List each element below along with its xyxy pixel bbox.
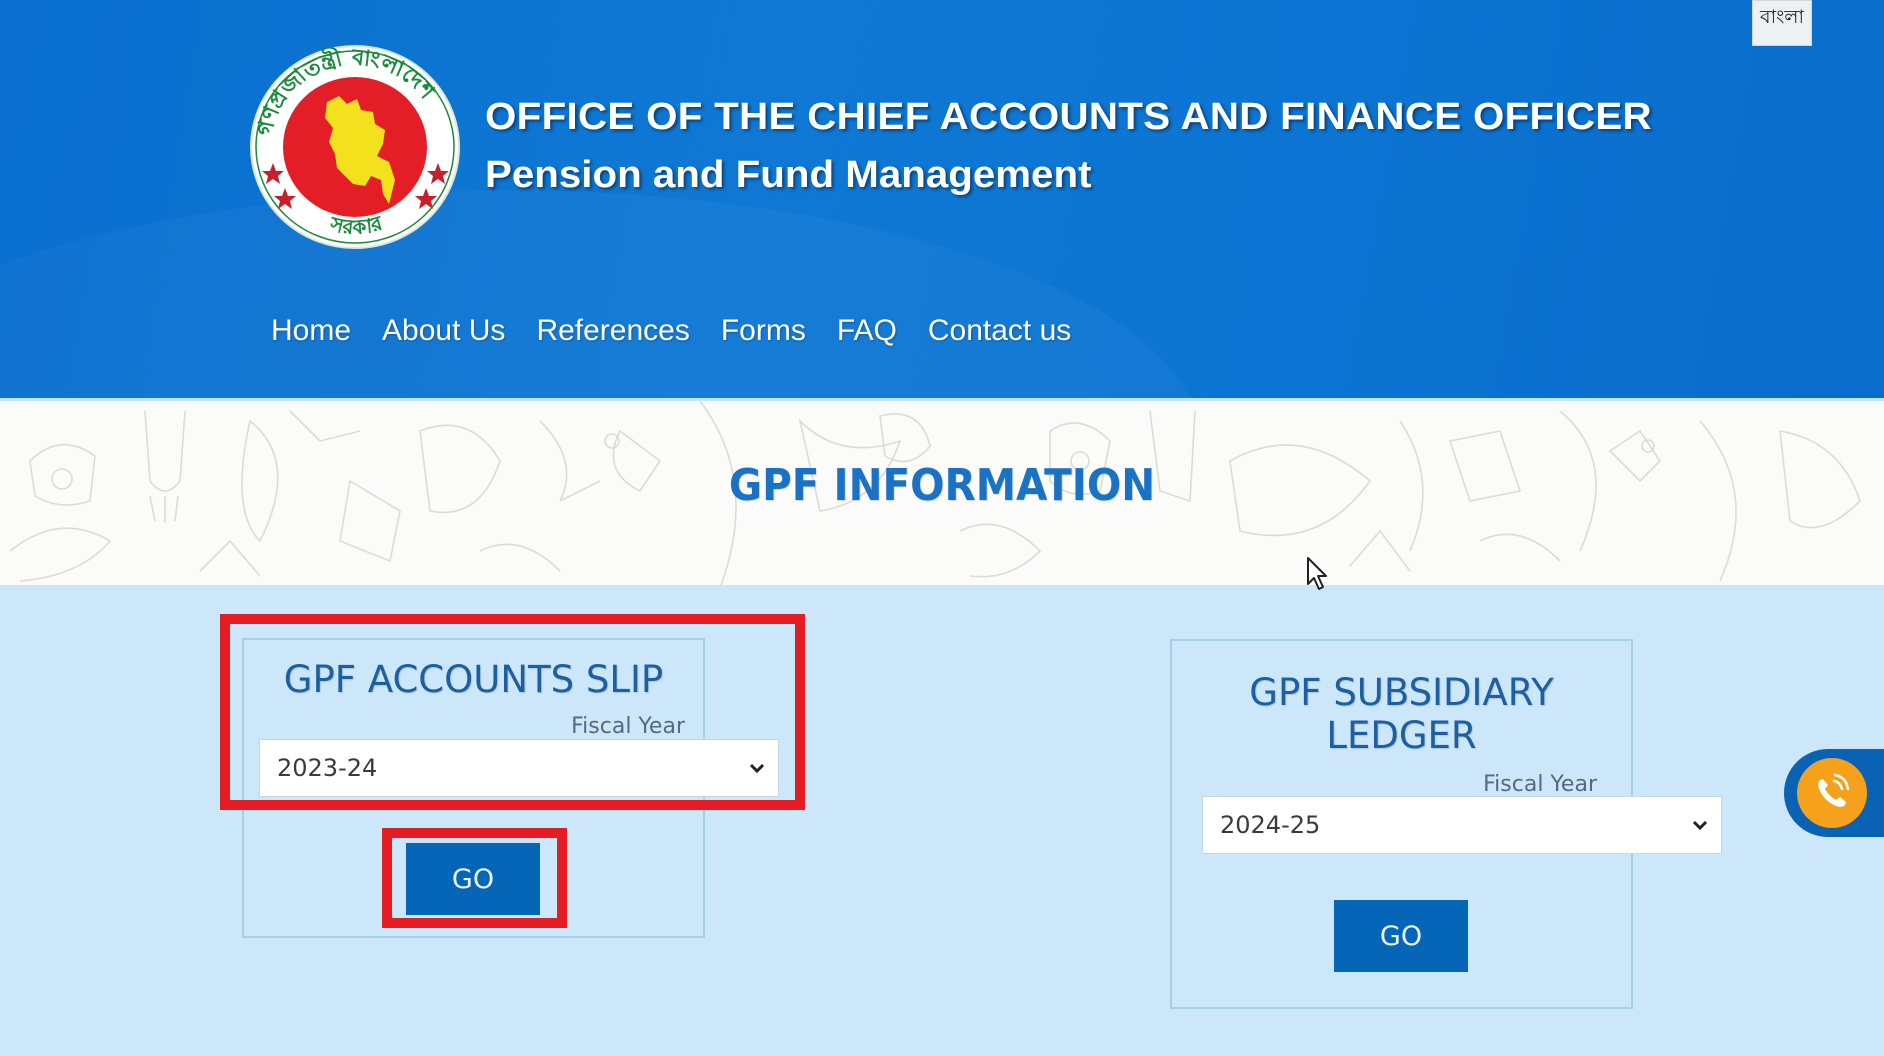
office-subtitle: Pension and Fund Management [485,154,1092,196]
nav-faq[interactable]: FAQ [837,314,897,348]
call-support-widget[interactable] [1784,749,1884,837]
office-title: OFFICE OF THE CHIEF ACCOUNTS AND FINANCE… [485,96,1652,138]
fiscal-year-label: Fiscal Year [1483,772,1597,797]
card-title: GPF ACCOUNTS SLIP [283,658,664,701]
site-header: বাংলা গণপ্রজাতন্ত্রী বাংলাদেশ সরকার OFFI… [0,0,1884,398]
card-title: GPF SUBSIDIARY LEDGER [1249,671,1554,757]
government-seal-logo[interactable]: গণপ্রজাতন্ত্রী বাংলাদেশ সরকার [249,44,462,250]
nav-forms[interactable]: Forms [721,314,806,348]
fiscal-year-label: Fiscal Year [571,714,685,739]
main-nav: Home About Us References Forms FAQ Conta… [271,314,1102,348]
accounts-slip-go-button[interactable]: GO [406,843,540,915]
accounts-slip-fiscal-year-select[interactable]: 2023-24 [259,739,779,797]
selected-value: 2023-24 [277,754,378,782]
subsidiary-ledger-fiscal-year-select[interactable]: 2024-25 [1202,796,1722,854]
nav-references[interactable]: References [536,314,689,348]
nav-contact-us[interactable]: Contact us [928,314,1071,348]
nav-home[interactable]: Home [271,314,351,348]
subsidiary-ledger-go-button[interactable]: GO [1334,900,1468,972]
call-button[interactable] [1797,758,1867,828]
nav-about-us[interactable]: About Us [382,314,505,348]
phone-call-icon [1818,773,1850,807]
chevron-down-icon [1692,820,1708,831]
language-toggle-button[interactable]: বাংলা [1752,0,1812,46]
page-title: GPF INFORMATION [728,460,1156,511]
mouse-pointer-icon [1307,557,1327,590]
selected-value: 2024-25 [1220,811,1321,839]
chevron-down-icon [749,763,765,774]
